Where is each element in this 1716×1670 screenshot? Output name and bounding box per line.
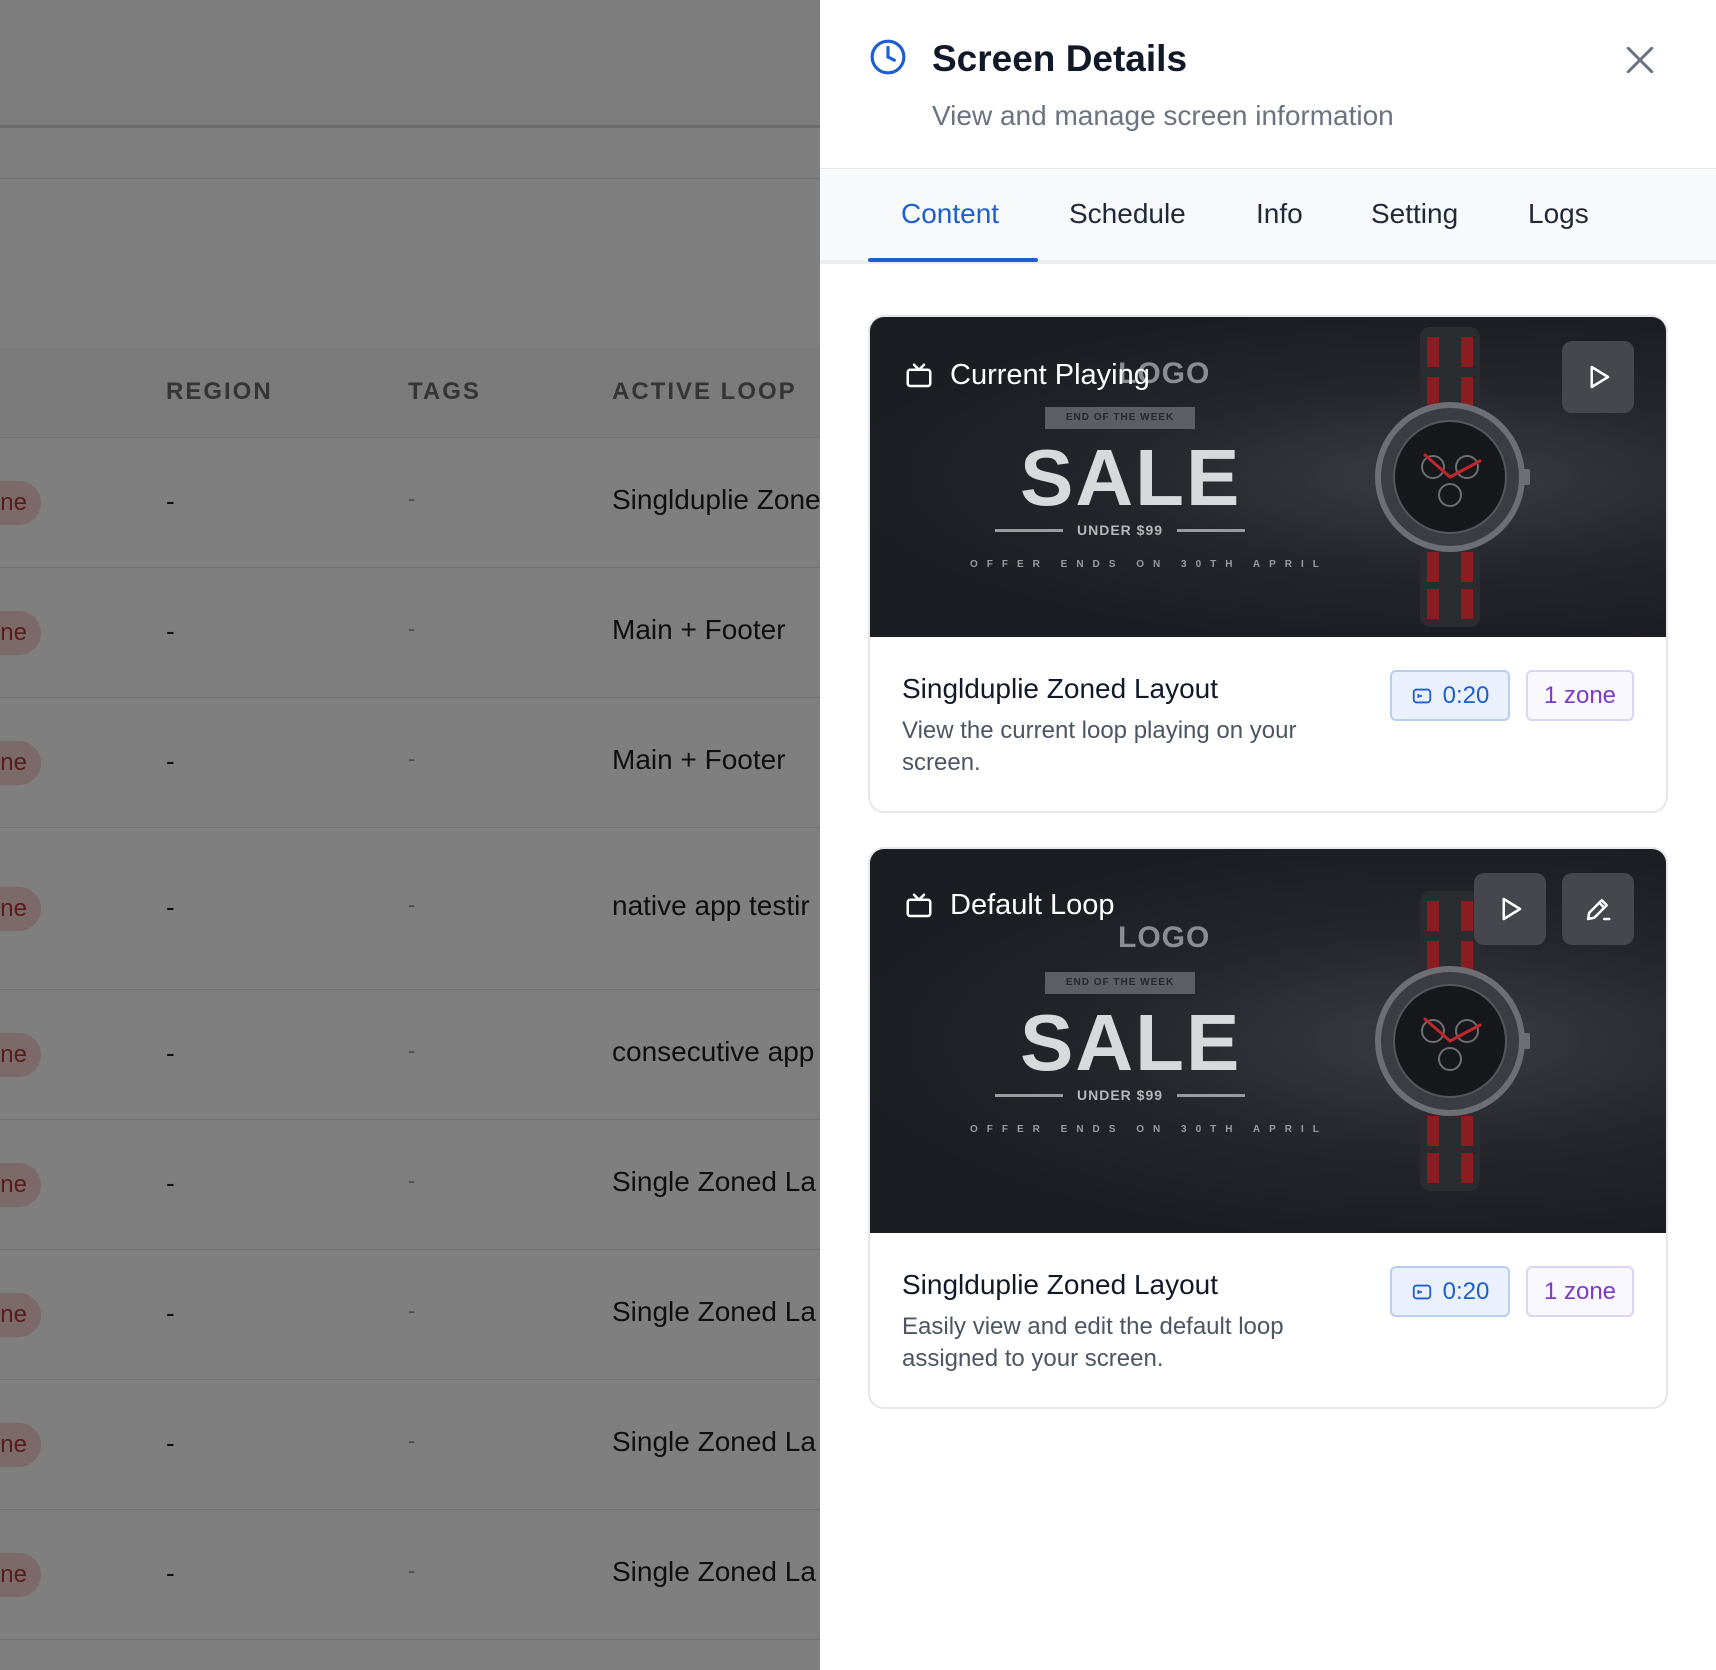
current-playing-label: Current Playing	[904, 359, 1150, 392]
current-playing-info: Singlduplie Zoned Layout View the curren…	[870, 637, 1666, 811]
edit-button[interactable]	[1562, 873, 1634, 945]
ad-under-text: UNDER $99	[1076, 1087, 1164, 1103]
ad-headline: SALE	[1020, 998, 1242, 1087]
tab-setting[interactable]: Setting	[1371, 198, 1458, 230]
drawer-header: Screen Details View and manage screen in…	[820, 0, 1716, 169]
close-icon[interactable]	[1620, 40, 1660, 80]
ad-strip: END OF THE WEEK	[1045, 407, 1195, 429]
display-icon	[1412, 688, 1431, 703]
tab-info[interactable]: Info	[1256, 198, 1303, 230]
default-loop-card: Default Loop LOGO END OF THE WEEK SALE U…	[868, 847, 1668, 1409]
screen-details-drawer: Screen Details View and manage screen in…	[820, 0, 1716, 1670]
card-title: Singlduplie Zoned Layout	[902, 1269, 1219, 1300]
tv-icon	[906, 893, 932, 917]
current-playing-label-text: Current Playing	[950, 359, 1150, 391]
zone-badge: 1 zone	[1526, 1266, 1634, 1317]
tab-content[interactable]: Content	[901, 198, 999, 230]
ad-under: UNDER $99	[995, 1082, 1245, 1108]
duration-badge: 0:20	[1390, 670, 1510, 721]
default-loop-info: Singlduplie Zoned Layout Easily view and…	[870, 1233, 1666, 1407]
play-icon	[1502, 897, 1522, 921]
tab-bar: Content Schedule Info Setting Logs	[820, 170, 1716, 264]
ad-small-text: OFFER ENDS ON 30TH APRIL	[970, 1124, 1328, 1135]
play-button[interactable]	[1474, 873, 1546, 945]
drawer-subtitle: View and manage screen information	[932, 100, 1394, 131]
duration-value: 0:20	[1442, 681, 1490, 709]
clock-icon	[870, 39, 906, 75]
ad-strip: END OF THE WEEK	[1045, 972, 1195, 994]
ad-headline: SALE	[1020, 433, 1242, 522]
current-playing-preview: Current Playing LOGO END OF THE WEEK SAL…	[870, 317, 1666, 637]
edit-icon	[1586, 899, 1611, 921]
default-loop-preview: Default Loop LOGO END OF THE WEEK SALE U…	[870, 849, 1666, 1233]
tab-schedule[interactable]: Schedule	[1069, 198, 1186, 230]
drawer-title: Screen Details	[932, 38, 1188, 79]
tv-icon	[906, 363, 932, 387]
default-loop-label-text: Default Loop	[950, 889, 1115, 921]
zone-badge: 1 zone	[1526, 670, 1634, 721]
card-description: Easily view and edit the default loop as…	[902, 1313, 1284, 1372]
ad-under-text: UNDER $99	[1076, 522, 1164, 538]
duration-badge: 0:20	[1390, 1266, 1510, 1317]
card-title: Singlduplie Zoned Layout	[902, 673, 1219, 704]
ad-logo: LOGO	[1118, 921, 1211, 954]
current-playing-card: Current Playing LOGO END OF THE WEEK SAL…	[868, 315, 1668, 813]
play-button[interactable]	[1562, 341, 1634, 413]
modal-backdrop[interactable]	[0, 0, 820, 1670]
watch-image	[1375, 327, 1530, 627]
default-loop-label: Default Loop	[904, 889, 1114, 922]
play-icon	[1590, 365, 1610, 389]
card-description: View the current loop playing on your sc…	[902, 717, 1297, 776]
active-tab-indicator	[868, 258, 1038, 262]
ad-under: UNDER $99	[995, 517, 1245, 543]
ad-small-text: OFFER ENDS ON 30TH APRIL	[970, 559, 1328, 570]
display-icon	[1412, 1284, 1431, 1299]
tab-logs[interactable]: Logs	[1528, 198, 1589, 230]
duration-value: 0:20	[1442, 1277, 1490, 1305]
